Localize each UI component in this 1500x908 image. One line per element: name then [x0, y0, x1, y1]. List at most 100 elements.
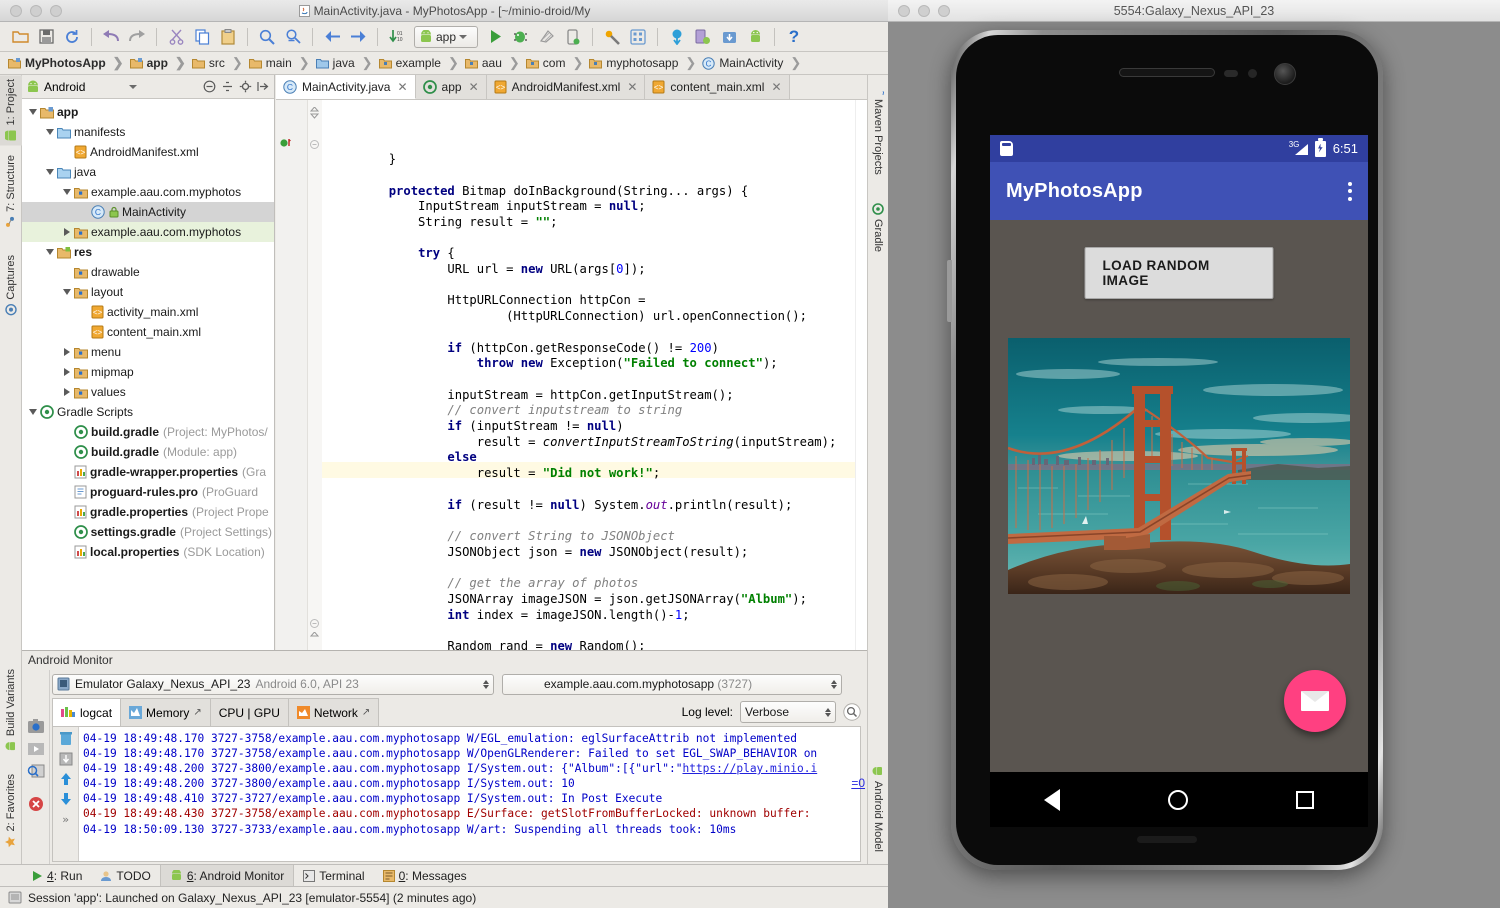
sync-icon[interactable] [60, 25, 84, 49]
status-bar[interactable]: Session 'app': Launched on Galaxy_Nexus_… [0, 886, 889, 908]
clear-logcat-icon[interactable] [59, 731, 73, 746]
tree-toggle-down[interactable] [26, 409, 40, 415]
android-icon[interactable] [743, 25, 767, 49]
compile-icon[interactable]: 0110 [385, 25, 409, 49]
monitor-tab-bar[interactable]: logcat Memory ↗ CPU | GPU Network ↗ Log … [22, 698, 867, 726]
run-method-gutter-icon[interactable] [280, 138, 291, 152]
expand-all-icon[interactable] [221, 80, 234, 93]
sync-gradle-icon[interactable] [665, 25, 689, 49]
up-arrow-icon[interactable] [59, 772, 73, 786]
tree-toggle-right[interactable] [60, 368, 74, 376]
home-circle-icon[interactable] [1168, 790, 1188, 810]
tree-item-local-properties[interactable]: local.properties(SDK Location) [22, 542, 274, 562]
breadcrumb-item-java[interactable]: java❯ [314, 55, 377, 71]
collapse-all-icon[interactable] [203, 80, 216, 93]
tree-item-java[interactable]: java [22, 162, 274, 182]
tree-item-layout[interactable]: layout [22, 282, 274, 302]
tree-toggle-down[interactable] [60, 289, 74, 295]
tree-item-gradle-properties[interactable]: gradle.properties(Project Prope [22, 502, 274, 522]
breadcrumb-item-mainactivity[interactable]: C MainActivity❯ [700, 55, 805, 71]
logcat-toolbar[interactable]: » [53, 727, 79, 861]
cut-icon[interactable] [164, 25, 188, 49]
tool-window-run[interactable]: 4: Run [22, 865, 91, 886]
redo-icon[interactable] [125, 25, 149, 49]
layout-inspector-icon[interactable] [27, 764, 45, 780]
sidebar-item-structure[interactable]: 7: Structure [0, 151, 22, 232]
breadcrumb-item-src[interactable]: src❯ [190, 55, 247, 71]
breadcrumb-item-myphotosapp-pkg[interactable]: myphotosapp❯ [587, 55, 700, 71]
tree-item-content-main-xml[interactable]: <>content_main.xml [22, 322, 274, 342]
tool-window-messages[interactable]: 0: Messages [374, 865, 476, 886]
tree-item-values[interactable]: values [22, 382, 274, 402]
editor-tab-bar[interactable]: CMainActivity.java✕app✕<>AndroidManifest… [276, 75, 867, 100]
sdk-download-icon[interactable] [717, 25, 741, 49]
sidebar-item-captures[interactable]: Captures [0, 251, 22, 320]
tree-toggle-down[interactable] [43, 129, 57, 135]
tree-item-example-aau-com-myphotos[interactable]: example.aau.com.myphotos [22, 182, 274, 202]
code-editor[interactable]: CMainActivity.java✕app✕<>AndroidManifest… [276, 75, 867, 650]
editor-body[interactable]: } protected Bitmap doInBackground(String… [276, 100, 867, 650]
bottom-tool-window-bar[interactable]: 4: Run TODO 6: Android Monitor Terminal … [0, 864, 889, 886]
overflow-menu-icon[interactable] [1348, 182, 1352, 201]
screen-record-icon[interactable] [27, 742, 45, 756]
monitor-side-toolbar[interactable] [22, 670, 50, 864]
run-configuration-selector[interactable]: app [414, 26, 478, 48]
tree-item-androidmanifest-xml[interactable]: <>AndroidManifest.xml [22, 142, 274, 162]
tree-toggle-down[interactable] [43, 169, 57, 175]
close-icon[interactable]: ✕ [469, 80, 479, 94]
logcat-output[interactable]: » 04-19 18:49:48.170 3727-3758/example.a… [52, 726, 861, 862]
editor-tab-content-main-xml[interactable]: <>content_main.xml✕ [645, 75, 789, 99]
breadcrumb-item-app[interactable]: app❯ [128, 55, 190, 71]
undo-icon[interactable] [99, 25, 123, 49]
back-triangle-icon[interactable] [1044, 789, 1060, 811]
editor-tab-mainactivity-java[interactable]: CMainActivity.java✕ [276, 75, 416, 99]
volume-button[interactable] [947, 260, 952, 322]
tree-toggle-right[interactable] [60, 348, 74, 356]
editor-tab-androidmanifest-xml[interactable]: <>AndroidManifest.xml✕ [487, 75, 646, 99]
breadcrumb-item-myphotosapp[interactable]: MyPhotosApp❯ [6, 55, 128, 71]
editor-gutter[interactable] [276, 100, 308, 650]
tree-item-gradle-scripts[interactable]: Gradle Scripts [22, 402, 274, 422]
recents-square-icon[interactable] [1296, 791, 1314, 809]
tree-item-build-gradle[interactable]: build.gradle(Module: app) [22, 442, 274, 462]
editor-fold-gutter[interactable] [308, 100, 322, 650]
load-random-image-button[interactable]: LOAD RANDOM IMAGE [1085, 247, 1274, 299]
editor-error-stripe[interactable] [855, 100, 867, 650]
tab-memory[interactable]: Memory ↗ [120, 698, 211, 726]
fold-collapse-icon[interactable] [310, 619, 319, 628]
fold-collapse-icon[interactable] [310, 140, 319, 149]
debug-icon[interactable] [509, 25, 533, 49]
main-toolbar[interactable]: 0110 app [0, 22, 889, 52]
tree-toggle-down[interactable] [60, 189, 74, 195]
stepper-icon[interactable] [825, 708, 831, 717]
paste-icon[interactable] [216, 25, 240, 49]
save-all-icon[interactable] [34, 25, 58, 49]
tool-window-todo[interactable]: TODO [91, 865, 159, 886]
process-selector[interactable]: example.aau.com.myphotosapp (3727) [502, 674, 842, 695]
detach-icon[interactable]: ↗ [193, 707, 201, 718]
breadcrumb-item-main[interactable]: main❯ [247, 55, 314, 71]
attach-debugger-icon[interactable] [561, 25, 585, 49]
android-monitor-tool-window[interactable]: Android Monitor Emulator Galaxy_Nexus_AP… [22, 650, 867, 864]
tree-item-example-aau-com-myphotos[interactable]: example.aau.com.myphotos [22, 222, 274, 242]
editor-code-area[interactable]: } protected Bitmap doInBackground(String… [322, 100, 855, 650]
more-icon[interactable]: » [62, 812, 69, 827]
find-replace-icon[interactable] [281, 25, 305, 49]
sidebar-item-favorites[interactable]: 2: Favorites [0, 770, 22, 852]
tool-window-android-monitor[interactable]: 6: Android Monitor [160, 865, 294, 886]
tree-toggle-down[interactable] [26, 109, 40, 115]
back-icon[interactable] [320, 25, 344, 49]
tree-item-drawable[interactable]: drawable [22, 262, 274, 282]
monitor-selectors-row[interactable]: Emulator Galaxy_Nexus_API_23 Android 6.0… [22, 670, 867, 698]
breadcrumb[interactable]: MyPhotosApp❯ app❯ src❯ main❯ java❯ examp… [0, 52, 889, 75]
close-icon[interactable]: ✕ [771, 80, 781, 94]
fold-region-icon[interactable] [310, 107, 319, 119]
logcat-lines[interactable]: 04-19 18:49:48.170 3727-3758/example.aau… [53, 727, 860, 837]
avd-manager-icon[interactable] [626, 25, 650, 49]
stepper-icon[interactable] [831, 680, 837, 689]
breadcrumb-item-com[interactable]: com❯ [524, 55, 588, 71]
android-navigation-bar[interactable] [990, 772, 1368, 827]
tree-toggle-right[interactable] [60, 228, 74, 236]
project-tree[interactable]: appmanifests<>AndroidManifest.xmljavaexa… [22, 99, 274, 650]
terminate-icon[interactable] [28, 796, 44, 812]
